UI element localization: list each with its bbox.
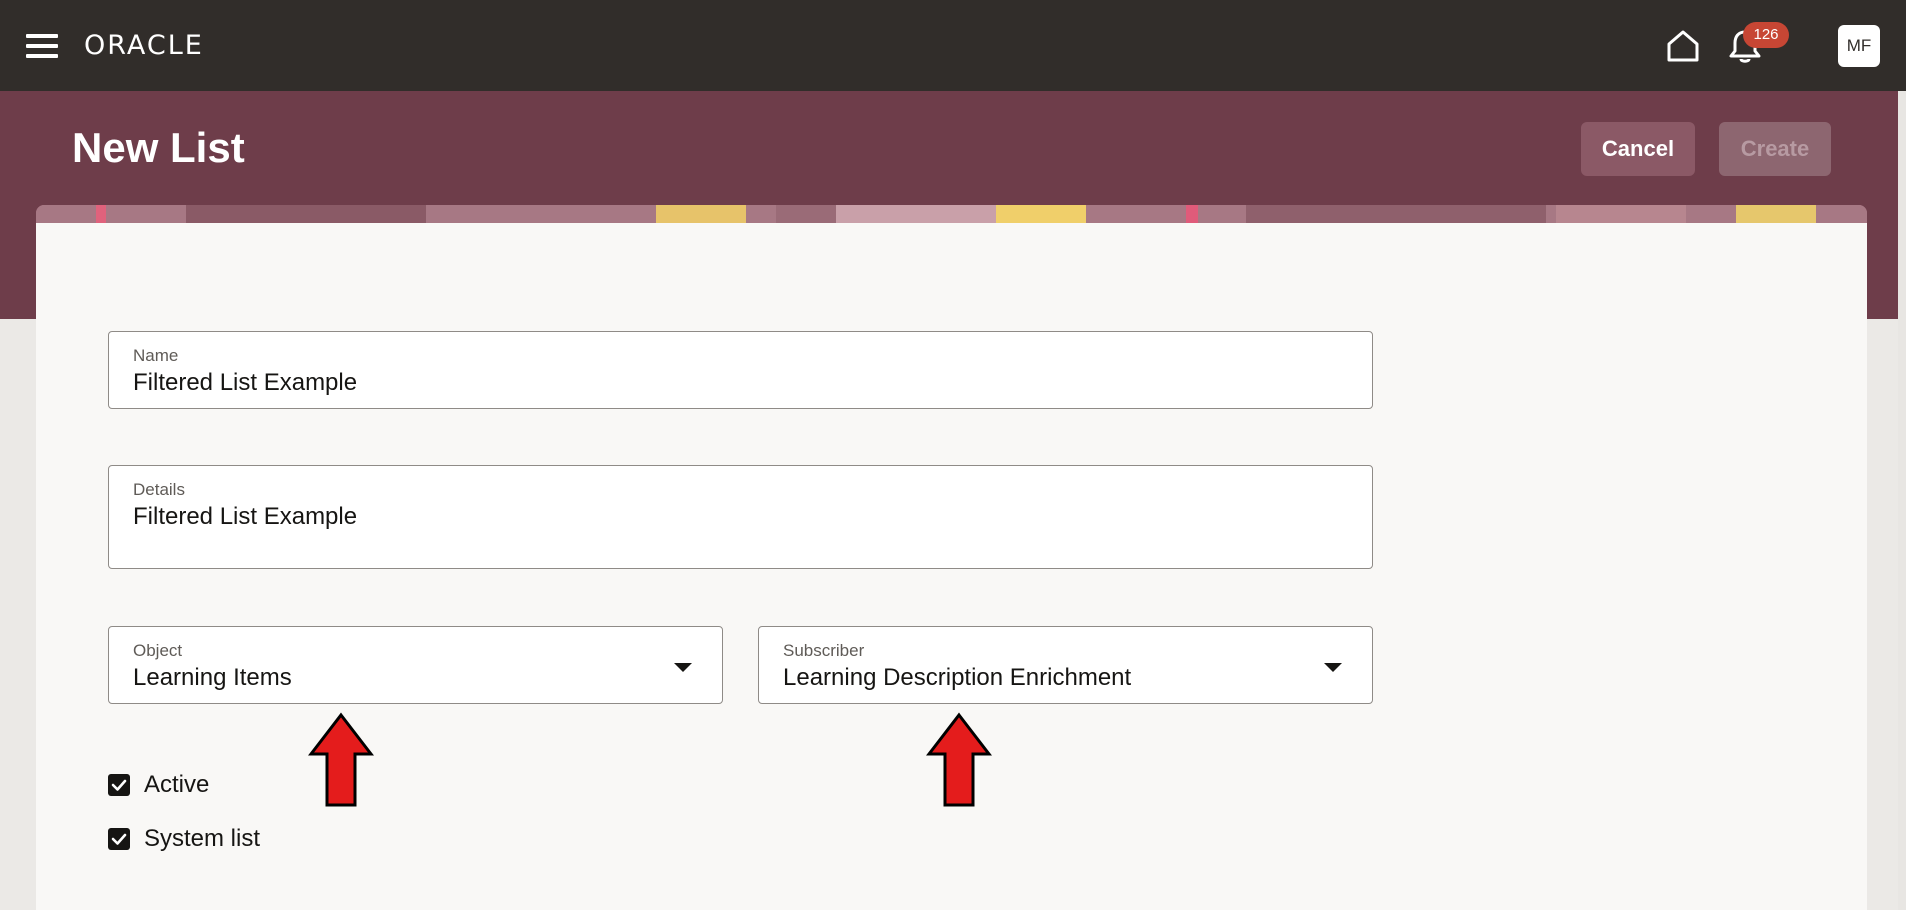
subscriber-label: Subscriber xyxy=(783,641,865,660)
page-title: New List xyxy=(72,124,245,171)
active-label: Active xyxy=(144,771,210,798)
details-label: Details xyxy=(133,480,185,499)
name-value[interactable]: Filtered List Example xyxy=(133,368,357,398)
details-field[interactable]: Details Filtered List Example xyxy=(108,465,1373,569)
background-pattern-left xyxy=(0,319,40,910)
object-select[interactable]: Object Learning Items xyxy=(108,626,723,704)
cancel-button[interactable]: Cancel xyxy=(1581,122,1695,176)
subscriber-value: Learning Description Enrichment xyxy=(783,664,1132,691)
oracle-logo: ORACLE xyxy=(84,30,204,61)
name-label: Name xyxy=(133,346,179,365)
home-icon[interactable] xyxy=(1664,27,1702,65)
annotation-arrow-subscriber xyxy=(925,712,993,808)
chevron-down-icon[interactable] xyxy=(1324,663,1342,672)
global-header: ORACLE 126 MF xyxy=(0,0,1906,91)
active-checkbox[interactable] xyxy=(108,774,130,796)
chevron-down-icon[interactable] xyxy=(674,663,692,672)
object-label: Object xyxy=(133,641,183,660)
details-value[interactable]: Filtered List Example xyxy=(133,502,357,532)
create-button[interactable]: Create xyxy=(1719,122,1831,176)
hamburger-menu-icon[interactable] xyxy=(26,34,58,58)
annotation-arrow-object xyxy=(307,712,375,808)
system-list-checkbox[interactable] xyxy=(108,828,130,850)
notification-count-badge[interactable]: 126 xyxy=(1743,22,1789,48)
system-list-label: System list xyxy=(144,825,261,852)
name-field[interactable]: Name Filtered List Example xyxy=(108,331,1373,409)
subscriber-select[interactable]: Subscriber Learning Description Enrichme… xyxy=(758,626,1373,704)
banner-decoration xyxy=(36,205,1867,223)
page-scrollbar[interactable] xyxy=(1898,91,1906,910)
object-value: Learning Items xyxy=(133,664,292,691)
user-avatar[interactable]: MF xyxy=(1838,25,1880,67)
